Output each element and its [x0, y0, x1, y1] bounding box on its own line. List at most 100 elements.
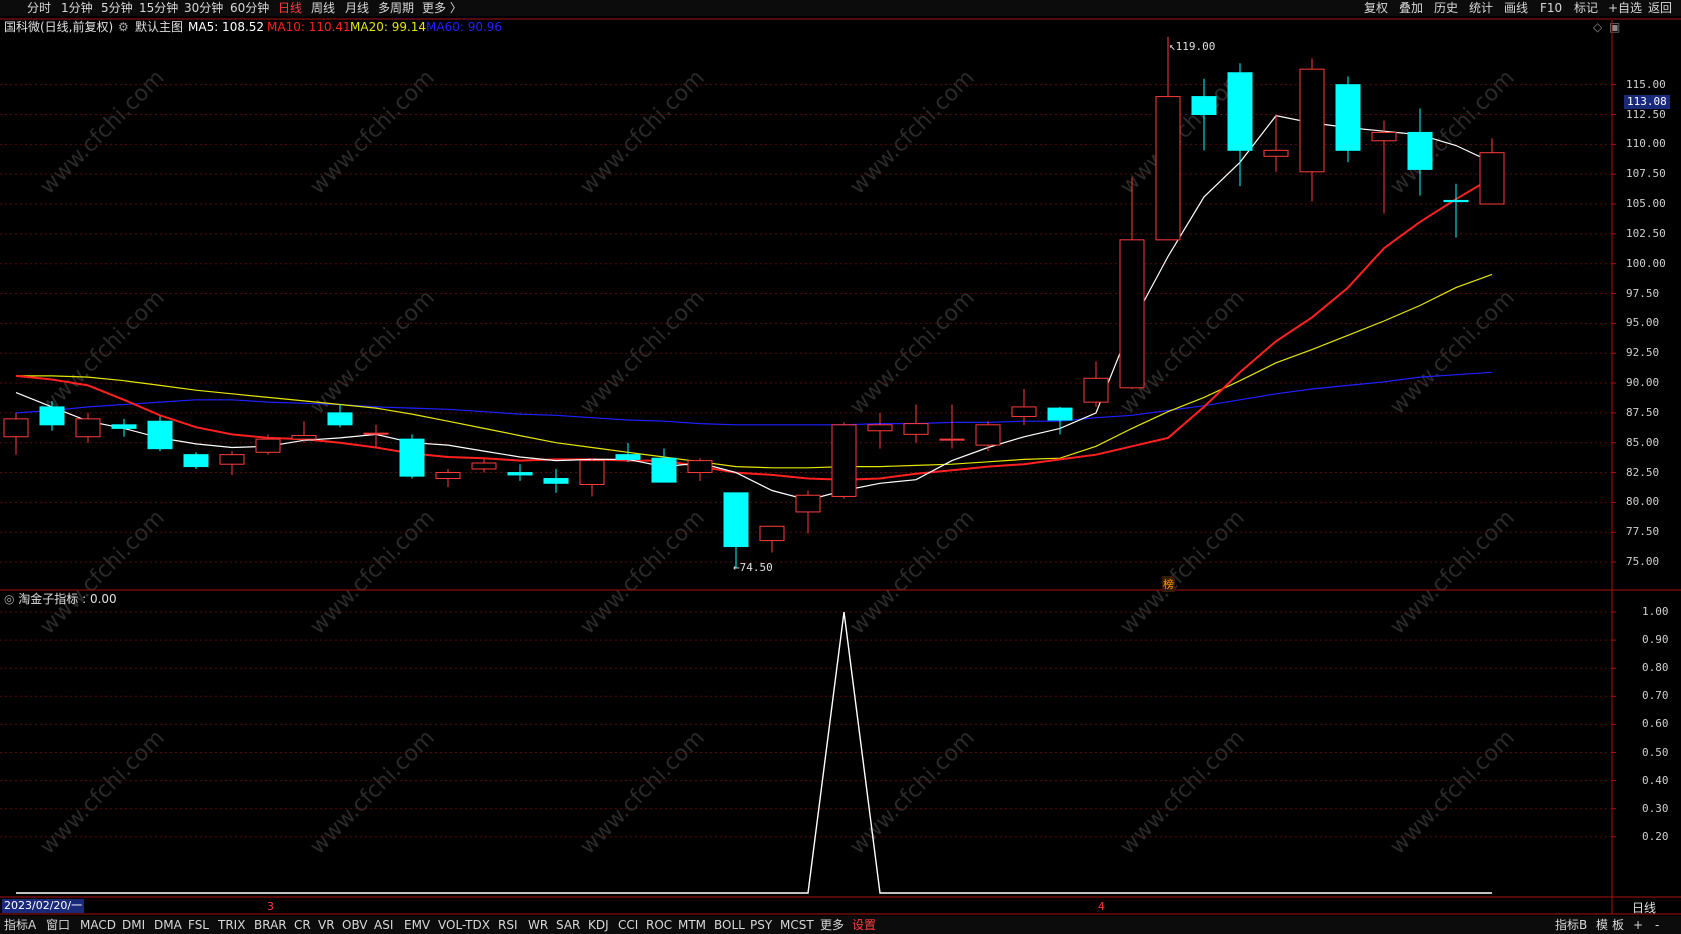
indicator-tab-mcst[interactable]: MCST — [780, 917, 814, 933]
tab-1min[interactable]: 1分钟 — [61, 0, 93, 16]
indicator-tab-wr[interactable]: WR — [528, 917, 548, 933]
watermark-text: www.cfchi.com — [845, 725, 980, 860]
watermark-text: www.cfchi.com — [305, 285, 440, 420]
indicator-tab-设置[interactable]: 设置 — [852, 917, 876, 933]
candle — [579, 458, 605, 497]
indicator-tick-label: 0.90 — [1642, 633, 1669, 647]
indicator-tab-trix[interactable]: TRIX — [218, 917, 245, 933]
candle — [615, 442, 641, 462]
f10-button[interactable]: F10 — [1540, 0, 1562, 16]
indicator-tab-roc[interactable]: ROC — [646, 917, 672, 933]
indicator-tab-cci[interactable]: CCI — [618, 917, 638, 933]
indicator-tab-brar[interactable]: BRAR — [254, 917, 287, 933]
tab-more[interactable]: 更多 〉 — [422, 0, 462, 16]
indicator-tab-boll[interactable]: BOLL — [714, 917, 745, 933]
period-label[interactable]: 日线 — [1632, 899, 1656, 916]
indicator-tab-cr[interactable]: CR — [294, 917, 311, 933]
ma10-line — [15, 176, 1493, 481]
candle — [759, 525, 785, 553]
candle — [1443, 183, 1469, 238]
add-watchlist-button[interactable]: +自选 — [1608, 0, 1642, 16]
indicator-tab-psy[interactable]: PSY — [750, 917, 772, 933]
stats-button[interactable]: 统计 — [1469, 0, 1493, 16]
indicator-tab-vr[interactable]: VR — [318, 917, 335, 933]
watermark-text: www.cfchi.com — [575, 285, 710, 420]
draw-line-button[interactable]: 画线 — [1504, 0, 1528, 16]
watermark-text: www.cfchi.com — [35, 725, 170, 860]
indicator-tick-label: 0.40 — [1642, 773, 1669, 787]
indicator-settings-icon[interactable]: ◎ — [4, 592, 18, 606]
indicator-tab-指标a[interactable]: 指标A — [4, 917, 36, 933]
ranking-badge[interactable]: 榜 — [1162, 576, 1175, 592]
indicator-tick-label: 0.20 — [1642, 829, 1669, 843]
settings-icon[interactable]: ⚙ — [118, 19, 129, 35]
candle-body — [1263, 149, 1289, 157]
bottom-right-item-4[interactable]: - — [1655, 917, 1659, 933]
candle — [507, 464, 533, 481]
stock-name: 国科微(日线,前复权) — [4, 20, 114, 34]
candle — [1263, 114, 1289, 172]
tab-5min[interactable]: 5分钟 — [101, 0, 133, 16]
indicator-tick-label: 1.00 — [1642, 605, 1669, 618]
overlay-button[interactable]: 叠加 — [1399, 0, 1423, 16]
candle-body — [795, 494, 821, 513]
bottom-right-item-3[interactable]: + — [1633, 917, 1643, 933]
tab-60min[interactable]: 60分钟 — [230, 0, 269, 16]
price-tick-label: 80.00 — [1626, 495, 1660, 509]
indicator-tab-asi[interactable]: ASI — [374, 917, 393, 933]
back-button[interactable]: 返回 — [1648, 0, 1672, 16]
tab-monthly[interactable]: 月线 — [345, 0, 369, 16]
watermark-text: www.cfchi.com — [1385, 725, 1520, 860]
watermark-text: www.cfchi.com — [305, 505, 440, 640]
candle — [1371, 120, 1397, 214]
bottom-right-item-1[interactable]: 模 — [1596, 917, 1608, 933]
candle-body — [1047, 407, 1073, 421]
candle-body — [507, 472, 533, 476]
candle — [147, 416, 173, 452]
candle — [723, 492, 749, 569]
candle-body — [363, 432, 389, 435]
tab-15min[interactable]: 15分钟 — [139, 0, 178, 16]
indicator-tab-fsl[interactable]: FSL — [188, 917, 209, 933]
indicator-tab-dma[interactable]: DMA — [154, 917, 182, 933]
bottom-right-item-0[interactable]: 指标B — [1555, 917, 1587, 933]
candle — [1083, 361, 1109, 407]
mark-button[interactable]: 标记 — [1574, 0, 1598, 16]
indicator-tab-obv[interactable]: OBV — [342, 917, 368, 933]
high-price-value: 119.00 — [1175, 40, 1216, 53]
indicator-tab-kdj[interactable]: KDJ — [588, 917, 609, 933]
indicator-tab-sar[interactable]: SAR — [556, 917, 580, 933]
candle — [975, 421, 1001, 452]
candle — [1299, 58, 1325, 202]
candle — [1335, 76, 1361, 163]
indicator-tab-macd[interactable]: MACD — [80, 917, 116, 933]
collapse-icon[interactable]: ◇ — [1593, 19, 1602, 35]
indicator-tab-emv[interactable]: EMV — [404, 917, 430, 933]
candle — [1011, 389, 1037, 425]
candle — [291, 421, 317, 443]
restore-rights-button[interactable]: 复权 — [1364, 0, 1388, 16]
indicator-tab-rsi[interactable]: RSI — [498, 917, 518, 933]
history-button[interactable]: 历史 — [1434, 0, 1458, 16]
tab-multi-period[interactable]: 多周期 — [378, 0, 414, 16]
window-icon[interactable]: ▣ — [1609, 19, 1620, 35]
tab-fenshi[interactable]: 分时 — [27, 0, 51, 16]
candle-body — [147, 420, 173, 450]
ma60-value: MA60: 90.96 — [426, 20, 503, 34]
main-chart-label[interactable]: 默认主图 — [135, 19, 183, 35]
tab-weekly[interactable]: 周线 — [311, 0, 335, 16]
candle-body — [1443, 199, 1469, 203]
price-tick-label: 105.00 — [1626, 197, 1666, 211]
indicator-tab-窗口[interactable]: 窗口 — [46, 917, 70, 933]
price-tick-label: 92.50 — [1626, 346, 1660, 360]
tab-30min[interactable]: 30分钟 — [184, 0, 223, 16]
bottom-right-item-2[interactable]: 板 — [1612, 917, 1624, 933]
tab-daily[interactable]: 日线 — [278, 0, 302, 16]
indicator-tab-dmi[interactable]: DMI — [122, 917, 145, 933]
candle-body — [219, 454, 245, 465]
indicator-tab-vol-tdx[interactable]: VOL-TDX — [438, 917, 490, 933]
candle-body — [1011, 406, 1037, 417]
indicator-tab-mtm[interactable]: MTM — [678, 917, 706, 933]
candle-body — [651, 457, 677, 483]
indicator-tab-更多[interactable]: 更多 — [820, 917, 844, 933]
